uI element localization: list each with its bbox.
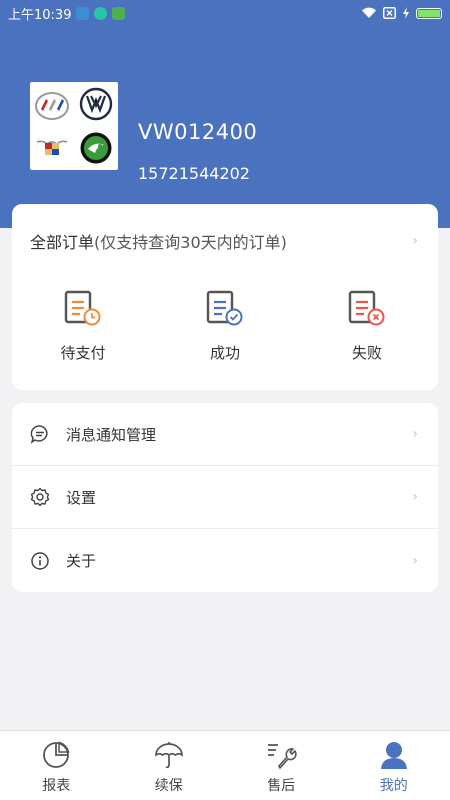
app-notification-icon	[94, 6, 108, 20]
order-status-label: 成功	[209, 344, 240, 362]
brand-logos	[30, 82, 118, 170]
all-orders-link[interactable]: 全部订单(仅支持查询30天内的订单) ›	[12, 204, 438, 278]
gear-icon	[30, 487, 50, 507]
cadillac-logo	[34, 130, 70, 166]
nav-tab-mine[interactable]: 我的	[338, 731, 450, 800]
user-icon	[378, 739, 410, 771]
nav-label: 续保	[154, 778, 183, 794]
profile-header: VW012400 15721544202	[0, 26, 450, 228]
status-bar: 上午10:39	[0, 0, 450, 26]
order-status-pending[interactable]: 待支付	[12, 278, 154, 378]
order-status-label: 待支付	[60, 344, 106, 362]
chevron-right-icon: ›	[412, 233, 418, 249]
bottom-nav: 报表 续保 售后 我的	[0, 730, 450, 800]
order-status-success[interactable]: 成功	[154, 278, 296, 378]
status-time: 上午10:39	[8, 7, 72, 23]
orders-title: 全部订单	[30, 233, 95, 252]
message-icon	[30, 424, 50, 444]
menu-item-label: 关于	[66, 552, 97, 570]
no-sim-icon	[383, 7, 396, 19]
chevron-right-icon: ›	[412, 489, 418, 505]
chevron-right-icon: ›	[412, 552, 418, 569]
success-order-icon	[206, 290, 243, 326]
failed-order-icon	[348, 290, 385, 326]
wifi-icon	[362, 7, 376, 19]
pending-payment-icon	[64, 290, 101, 326]
nav-label: 我的	[379, 778, 408, 794]
settings-menu: 消息通知管理 › 设置 › 关于 ›	[12, 403, 438, 592]
app-notification-icon	[76, 6, 90, 20]
orders-card: 全部订单(仅支持查询30天内的订单) › 待支付 成功 失败	[12, 204, 438, 390]
volkswagen-logo	[78, 86, 114, 122]
wrench-icon	[265, 739, 297, 771]
nav-tab-after-sales[interactable]: 售后	[225, 731, 338, 800]
buick-logo	[34, 88, 70, 124]
nav-label: 售后	[267, 778, 296, 794]
orders-title-group: 全部订单(仅支持查询30天内的订单)	[30, 229, 287, 253]
nav-tab-renewal[interactable]: 续保	[113, 731, 226, 800]
orders-note: (仅支持查询30天内的订单)	[94, 233, 287, 252]
charging-icon	[403, 7, 409, 19]
menu-item-label: 消息通知管理	[66, 425, 157, 444]
account-name: VW012400	[138, 120, 258, 144]
menu-item-about[interactable]: 关于 ›	[12, 529, 438, 592]
menu-item-notifications[interactable]: 消息通知管理 ›	[12, 403, 438, 466]
skoda-logo	[78, 130, 114, 166]
pie-chart-icon	[40, 739, 72, 771]
nav-tab-reports[interactable]: 报表	[0, 731, 113, 800]
account-phone: 15721544202	[138, 164, 250, 183]
umbrella-icon	[153, 739, 185, 771]
order-status-label: 失败	[351, 344, 382, 362]
chevron-right-icon: ›	[412, 426, 418, 442]
nav-label: 报表	[42, 778, 71, 794]
menu-item-settings[interactable]: 设置 ›	[12, 466, 438, 529]
order-status-failed[interactable]: 失败	[296, 278, 438, 378]
menu-item-label: 设置	[66, 488, 97, 507]
info-icon	[30, 551, 50, 571]
app-notification-icon	[112, 6, 126, 20]
battery-icon	[416, 7, 442, 19]
